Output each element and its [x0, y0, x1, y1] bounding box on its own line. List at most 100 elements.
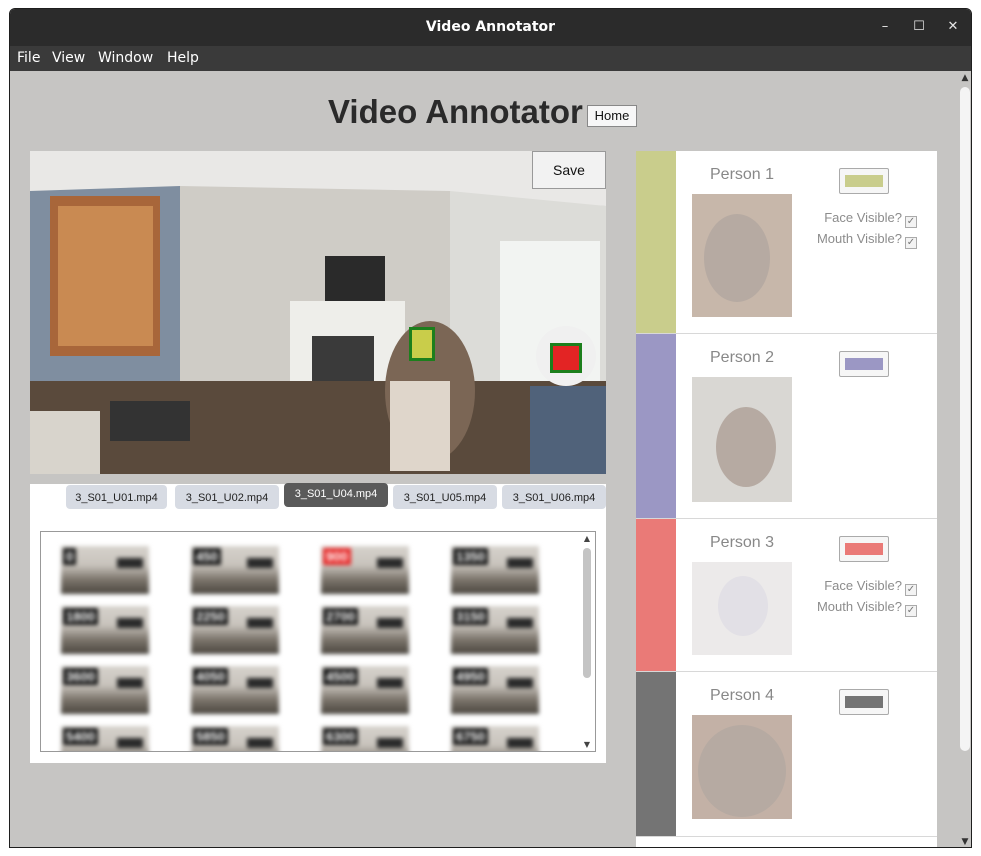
window-title: Video Annotator — [425, 19, 556, 35]
person-color-button[interactable] — [839, 351, 889, 377]
frame-number-label: 3150 — [453, 608, 488, 625]
color-swatch — [845, 543, 883, 555]
thumbnail-tv-shape — [117, 558, 143, 568]
thumbnail-tv-shape — [117, 618, 143, 628]
frame-thumbnail[interactable]: 450 — [191, 546, 279, 594]
person-color-button[interactable] — [839, 689, 889, 715]
frame-number-label: 0 — [63, 548, 77, 565]
frame-number-label: 4950 — [453, 668, 488, 685]
thumbnail-tv-shape — [247, 558, 273, 568]
scrollbar-thumb[interactable] — [583, 548, 591, 678]
frame-thumbnail[interactable]: 6750 — [451, 726, 539, 751]
thumbnail-tv-shape — [117, 678, 143, 688]
title-bar: Video Annotator – ☐ ✕ — [10, 9, 971, 46]
person-name: Person 1 — [710, 166, 775, 183]
thumbnail-tv-shape — [507, 558, 533, 568]
scroll-down-arrow-icon[interactable]: ▼ — [959, 837, 971, 847]
face-visible-row[interactable]: Face Visible? ✓ — [824, 578, 917, 596]
scrollbar-thumb[interactable] — [960, 87, 970, 751]
person-card-4[interactable]: Person 4 — [636, 672, 937, 837]
mouth-visible-label: Mouth Visible? — [816, 231, 902, 246]
frame-thumbnail[interactable]: 2250 — [191, 606, 279, 654]
frame-thumbnail[interactable]: 1800 — [61, 606, 149, 654]
tab-clip-u02[interactable]: 3_S01_U02.mp4 — [175, 485, 279, 509]
menu-help[interactable]: Help — [167, 50, 199, 66]
person-1-face-box[interactable] — [409, 327, 435, 361]
person-photo — [692, 562, 792, 655]
face-visible-label: Face Visible? — [824, 210, 902, 225]
person-color-bar — [636, 151, 676, 333]
frame-number-label: 4050 — [193, 668, 228, 685]
menu-file[interactable]: File — [17, 50, 40, 66]
frame-thumbnail[interactable]: 0 — [61, 546, 149, 594]
thumbnail-tv-shape — [117, 738, 143, 748]
mouth-visible-row[interactable]: Mouth Visible? ✓ — [817, 599, 917, 617]
thumbnail-tv-shape — [377, 618, 403, 628]
face-visible-checkbox[interactable]: ✓ — [905, 216, 917, 228]
maximize-button[interactable]: ☐ — [908, 17, 930, 37]
mouth-visible-checkbox[interactable]: ✓ — [905, 605, 917, 617]
thumbnail-tv-shape — [247, 738, 273, 748]
home-button[interactable]: Home — [587, 105, 637, 127]
frame-thumbnail[interactable]: 4050 — [191, 666, 279, 714]
person-3-face-box[interactable] — [550, 343, 582, 373]
main-scrollbar[interactable]: ▲ ▼ — [957, 71, 971, 847]
person-card-1[interactable]: Person 1 Face Visible? ✓ Mouth Visible? ✓ — [636, 151, 937, 334]
mouth-visible-checkbox[interactable]: ✓ — [905, 237, 917, 249]
scroll-down-arrow-icon[interactable]: ▼ — [581, 740, 593, 749]
tab-clip-u01[interactable]: 3_S01_U01.mp4 — [66, 485, 167, 509]
thumbnail-tv-shape — [247, 678, 273, 688]
scroll-up-arrow-icon[interactable]: ▲ — [581, 534, 593, 543]
frame-thumbnail[interactable]: 3600 — [61, 666, 149, 714]
frame-number-label: 6750 — [453, 728, 488, 745]
frame-number-label: 5400 — [63, 728, 98, 745]
mouth-visible-label: Mouth Visible? — [816, 599, 902, 614]
color-swatch — [845, 175, 883, 187]
persons-panel: Person 1 Face Visible? ✓ Mouth Visible? ✓ … — [636, 151, 937, 847]
person-color-button[interactable] — [839, 168, 889, 194]
mouth-visible-row[interactable]: Mouth Visible? ✓ — [817, 231, 917, 249]
minimize-button[interactable]: – — [874, 17, 896, 37]
tab-clip-u05[interactable]: 3_S01_U05.mp4 — [393, 485, 497, 509]
frame-number-label: 900 — [323, 548, 351, 565]
person-photo — [692, 715, 792, 819]
thumbnail-tv-shape — [377, 738, 403, 748]
frame-thumbnail[interactable]: 6300 — [321, 726, 409, 751]
frame-number-label: 6300 — [323, 728, 358, 745]
thumbnail-tv-shape — [507, 618, 533, 628]
person-card-3[interactable]: Person 3 Face Visible? ✓ Mouth Visible? ✓ — [636, 519, 937, 672]
person-color-button[interactable] — [839, 536, 889, 562]
scroll-up-arrow-icon[interactable]: ▲ — [959, 73, 971, 83]
frame-thumbnail[interactable]: 900 — [321, 546, 409, 594]
face-visible-checkbox[interactable]: ✓ — [905, 584, 917, 596]
frame-thumbnail[interactable]: 4500 — [321, 666, 409, 714]
frame-thumbnail[interactable]: 5850 — [191, 726, 279, 751]
thumbnail-scrollbar[interactable]: ▲ ▼ — [579, 532, 595, 751]
thumbnail-tv-shape — [507, 738, 533, 748]
tab-clip-u04[interactable]: 3_S01_U04.mp4 — [284, 483, 388, 507]
color-swatch — [845, 696, 883, 708]
frame-number-label: 5850 — [193, 728, 228, 745]
face-visible-row[interactable]: Face Visible? ✓ — [824, 210, 917, 228]
frame-thumbnail[interactable]: 5400 — [61, 726, 149, 751]
frame-number-label: 3600 — [63, 668, 98, 685]
person-card-2[interactable]: Person 2 — [636, 334, 937, 519]
person-photo — [692, 377, 792, 502]
frame-thumbnail[interactable]: 2700 — [321, 606, 409, 654]
frame-number-label: 4500 — [323, 668, 358, 685]
person-color-bar — [636, 334, 676, 518]
menu-window[interactable]: Window — [98, 50, 153, 66]
frame-thumbnail[interactable]: 3150 — [451, 606, 539, 654]
frame-number-label: 450 — [193, 548, 221, 565]
save-button[interactable]: Save — [532, 151, 606, 189]
close-button[interactable]: ✕ — [942, 17, 964, 37]
frame-thumbnail[interactable]: 4950 — [451, 666, 539, 714]
thumbnail-tv-shape — [507, 678, 533, 688]
menu-view[interactable]: View — [52, 50, 85, 66]
tab-clip-u06[interactable]: 3_S01_U06.mp4 — [502, 485, 606, 509]
thumbnail-grid[interactable]: 0 450 900 1350 1800 2250 2700 3150 3600 4050 4500 4… — [40, 531, 596, 752]
video-image — [30, 151, 606, 474]
video-frame[interactable]: Save — [30, 151, 606, 474]
person-photo — [692, 194, 792, 317]
frame-thumbnail[interactable]: 1350 — [451, 546, 539, 594]
